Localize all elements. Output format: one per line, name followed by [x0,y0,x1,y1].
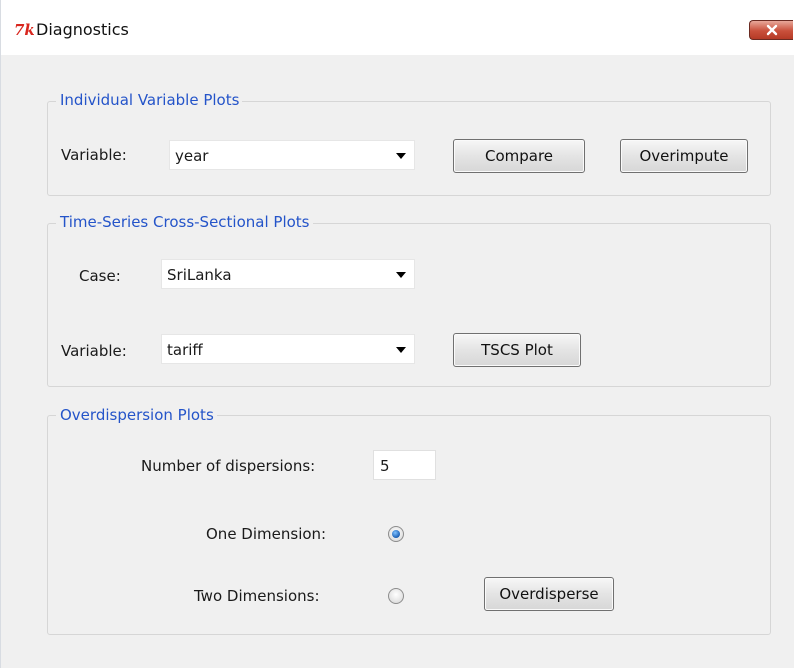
individual-variable-combobox[interactable]: year [169,140,415,170]
close-x-icon [766,24,777,36]
tscs-plot-button[interactable]: TSCS Plot [453,333,581,367]
overimpute-button[interactable]: Overimpute [620,139,748,173]
dropdown-arrow-icon [396,153,406,159]
overdisperse-button[interactable]: Overdisperse [484,577,614,611]
num-dispersions-label: Number of dispersions: [141,457,316,475]
tk-feather-icon: 7k [14,21,34,37]
dropdown-arrow-icon [396,347,406,353]
two-dimensions-radio[interactable] [388,588,404,604]
title-bar[interactable]: 7k Diagnostics [1,0,794,55]
individual-variable-label: Variable: [61,146,127,164]
num-dispersions-input[interactable]: 5 [373,450,436,480]
tscs-variable-label: Variable: [61,342,127,360]
num-dispersions-value: 5 [380,457,390,475]
tscs-case-combobox[interactable]: SriLanka [161,259,415,289]
close-button[interactable] [749,20,793,40]
individual-plots-legend: Individual Variable Plots [56,91,243,109]
one-dimension-radio[interactable] [388,526,404,542]
tscs-case-value: SriLanka [167,266,232,284]
dropdown-arrow-icon [396,272,406,278]
compare-button[interactable]: Compare [453,139,585,173]
tscs-case-label: Case: [79,267,121,285]
one-dimension-label: One Dimension: [206,525,327,543]
two-dimensions-label: Two Dimensions: [194,587,320,605]
diagnostics-window: 7k Diagnostics Individual Variable Plots… [0,0,794,668]
tscs-plots-legend: Time-Series Cross-Sectional Plots [56,213,313,231]
tscs-variable-value: tariff [167,341,203,359]
overdispersion-plots-legend: Overdispersion Plots [56,406,217,424]
svg-text:7k: 7k [14,21,34,37]
overdispersion-plots-group [47,415,771,635]
tscs-variable-combobox[interactable]: tariff [161,334,415,364]
individual-variable-value: year [175,147,209,165]
window-title: Diagnostics [36,20,129,39]
